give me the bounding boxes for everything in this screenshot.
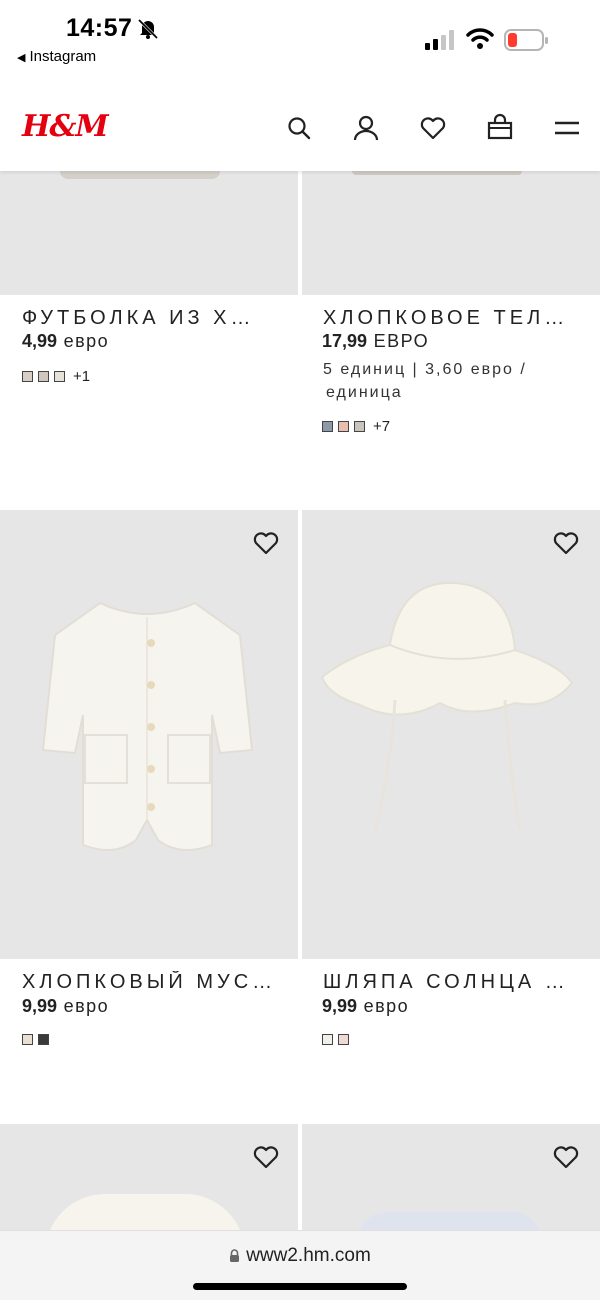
color-swatch[interactable] [38,371,49,382]
color-swatch[interactable] [22,371,33,382]
color-swatches[interactable]: +7 [322,418,390,435]
browser-url-bar[interactable]: www2.hm.com [0,1230,600,1300]
url-text: www2.hm.com [246,1245,371,1266]
product-grid: ФУТБОЛКА ИЗ Х… 4,99 евро +1 ХЛОПКОВОЕ ТЕ… [0,171,600,1231]
color-swatch[interactable] [354,421,365,432]
garment-shape [45,1194,245,1231]
product-image-sunhat[interactable] [302,510,600,959]
price-currency: евро [63,996,110,1016]
garment-shape [60,171,220,179]
romper-illustration [41,601,254,851]
status-time: 14:57 [66,14,133,42]
garment-shape [352,171,522,175]
garment-shape [357,1212,542,1231]
color-swatches[interactable]: +1 [22,368,90,385]
cellular-signal-icon [425,30,454,50]
home-indicator[interactable] [193,1283,407,1290]
menu-icon[interactable] [552,113,582,143]
color-swatch[interactable] [322,421,333,432]
favorite-heart-icon[interactable] [252,530,280,556]
product-image-romper[interactable] [0,510,298,959]
more-colors-count[interactable]: +7 [373,418,390,435]
battery-icon [504,29,548,51]
color-swatch[interactable] [338,421,349,432]
sunhat-illustration [320,581,574,831]
product-title[interactable]: ФУТБОЛКА ИЗ Х… [22,307,282,330]
price-currency: евро [63,331,110,351]
lock-icon [230,1249,240,1262]
color-swatch[interactable] [338,1034,349,1045]
price-amount: 4,99 [22,331,58,351]
product-title[interactable]: ХЛОПКОВОЕ ТЕЛ… [323,307,585,330]
color-swatch[interactable] [22,1034,33,1045]
price-amount: 9,99 [22,996,58,1016]
product-title[interactable]: ХЛОПКОВЫЙ МУС… [22,971,284,994]
status-bar: 14:57 ◀ Instagram [0,0,600,95]
back-to-app-link[interactable]: ◀ Instagram [17,48,96,65]
price-currency: евро [363,996,410,1016]
account-icon[interactable] [351,113,381,143]
favorite-heart-icon[interactable] [252,1144,280,1170]
bell-muted-icon [137,18,159,40]
product-price: 4,99 евро [22,331,109,352]
search-icon[interactable] [284,113,314,143]
color-swatches[interactable] [322,1034,349,1045]
site-header: H&M [0,95,600,171]
color-swatch[interactable] [54,371,65,382]
color-swatch[interactable] [38,1034,49,1045]
unit-price-line: 5 единиц | 3,60 евро / [323,361,527,378]
product-title[interactable]: ШЛЯПА СОЛНЦА … [323,971,585,994]
hm-logo[interactable]: H&M [22,109,109,144]
product-image-bodysuit[interactable] [302,171,600,295]
price-amount: 9,99 [322,996,358,1016]
url-display[interactable]: www2.hm.com [0,1245,600,1267]
favorite-heart-icon[interactable] [552,1144,580,1170]
product-image-tshirt[interactable] [0,171,298,295]
back-triangle-icon: ◀ [17,52,26,64]
unit-price-line: единица [326,384,403,401]
product-price: 9,99 евро [22,996,109,1017]
back-app-label: Instagram [29,48,97,65]
product-price: 9,99 евро [322,996,409,1017]
color-swatches[interactable] [22,1034,49,1045]
color-swatch[interactable] [322,1034,333,1045]
favorites-icon[interactable] [418,113,448,143]
product-image-next-right[interactable] [302,1124,600,1231]
price-currency: ЕВРО [373,331,430,351]
wifi-icon [466,28,494,49]
product-image-next-left[interactable] [0,1124,298,1231]
more-colors-count[interactable]: +1 [73,368,90,385]
unit-price-info: 5 единиц | 3,60 евро / единица [323,358,583,404]
favorite-heart-icon[interactable] [552,530,580,556]
product-price: 17,99 ЕВРО [322,331,429,352]
bag-icon[interactable] [485,113,515,143]
price-amount: 17,99 [322,331,368,351]
